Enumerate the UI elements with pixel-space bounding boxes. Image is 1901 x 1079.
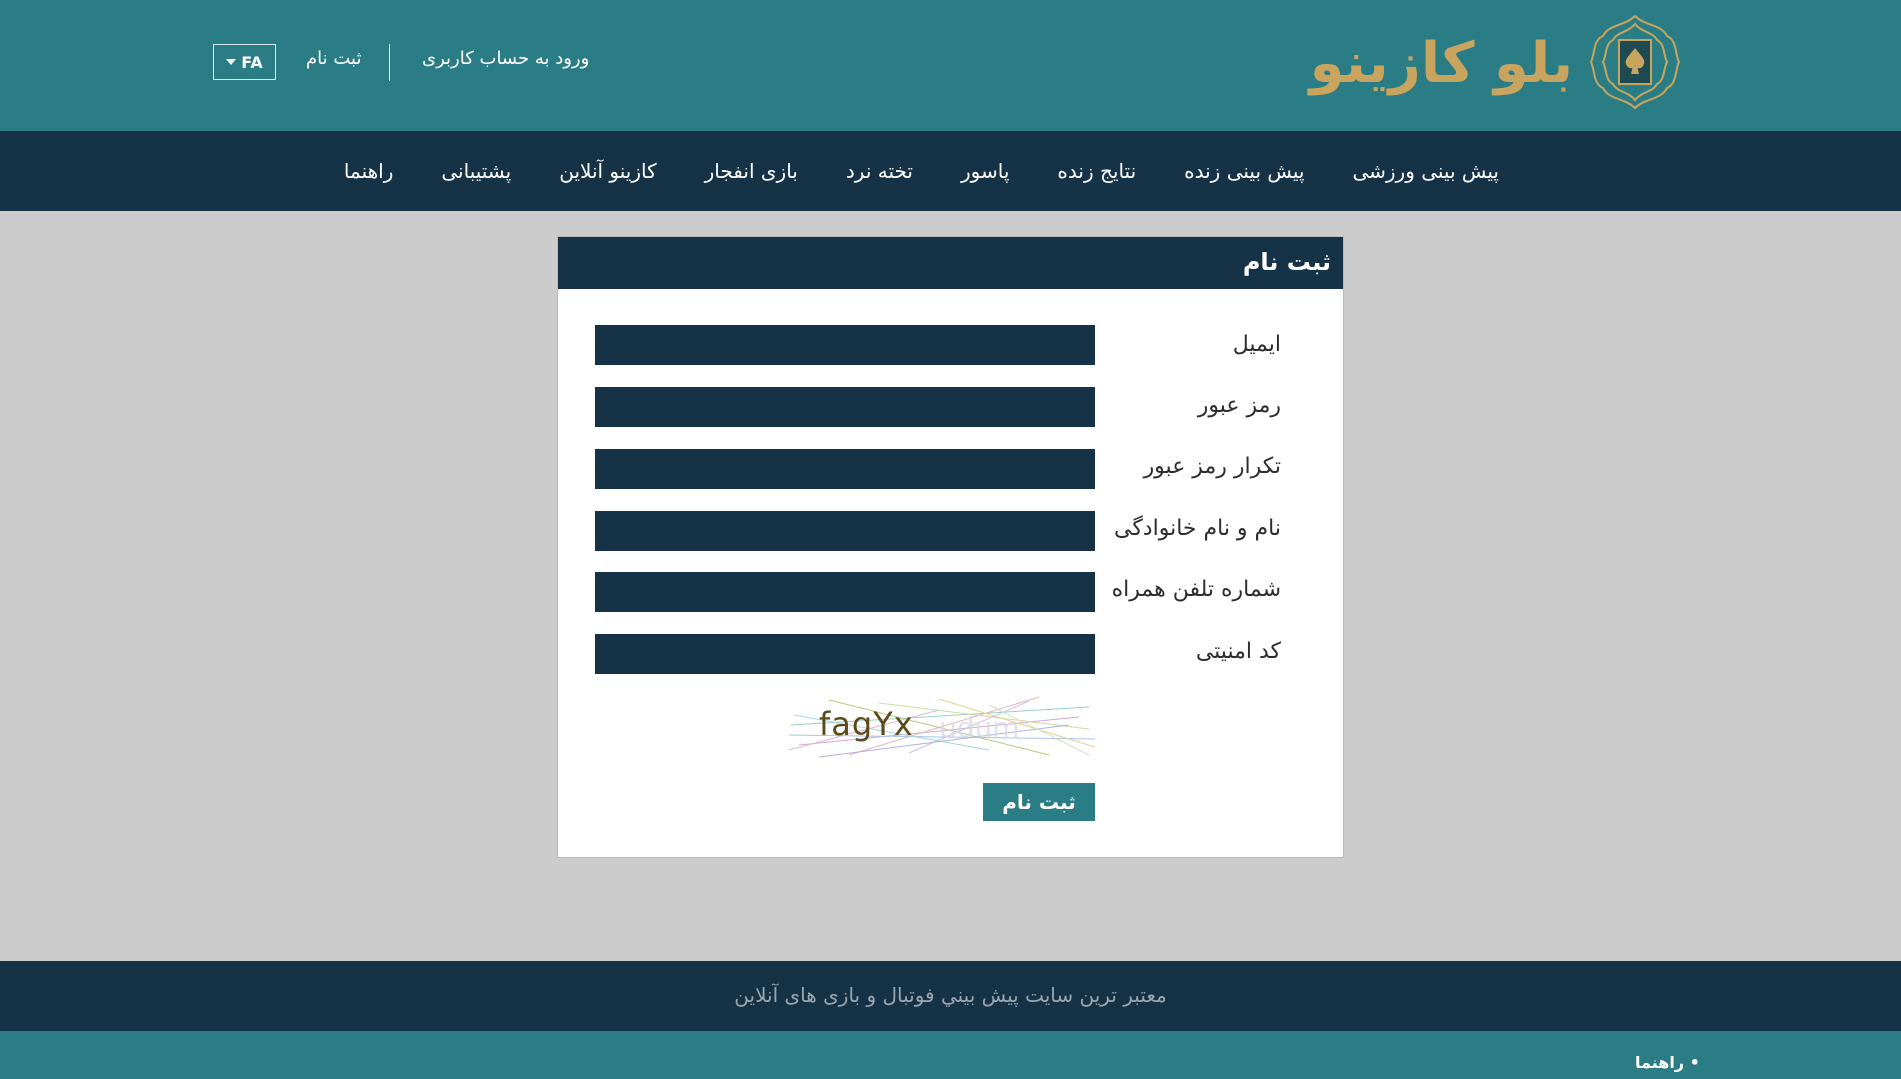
- card-header: ثبت نام: [558, 237, 1343, 289]
- login-link[interactable]: ورود به حساب کاربری: [422, 48, 589, 69]
- email-field[interactable]: [595, 325, 1095, 365]
- site-logo[interactable]: بلو کازینو: [1310, 12, 1685, 112]
- logo-emblem-icon: [1589, 14, 1681, 110]
- nav-item-sports-betting[interactable]: پیش بینی ورزشی: [1328, 159, 1523, 183]
- logo-text: بلو کازینو: [1309, 31, 1573, 96]
- svg-text:udum: udum: [939, 711, 1020, 744]
- form-title: ثبت نام: [1242, 248, 1331, 276]
- nav-item-live-betting[interactable]: پیش بینی زنده: [1160, 159, 1328, 183]
- captcha-text: fagYx: [819, 705, 914, 743]
- register-submit-button[interactable]: ثبت نام: [983, 783, 1095, 821]
- security-code-label: کد امنیتی: [1195, 639, 1281, 664]
- nav-item-pasur[interactable]: پاسور: [937, 159, 1033, 183]
- sub-footer: • راهنما: [0, 1031, 1901, 1079]
- confirm-password-field[interactable]: [595, 449, 1095, 489]
- nav-list: پیش بینی ورزشی پیش بینی زنده نتایج زنده …: [320, 131, 1523, 211]
- email-label: ایمیل: [1232, 332, 1281, 357]
- register-form-card: ثبت نام ایمیل رمز عبور تکرار رمز عبور نا…: [557, 236, 1344, 858]
- nav-item-live-results[interactable]: نتایج زنده: [1033, 159, 1160, 183]
- confirm-password-label: تکرار رمز عبور: [1143, 454, 1281, 479]
- language-value: FA: [241, 52, 263, 72]
- password-label: رمز عبور: [1197, 393, 1281, 418]
- nav-item-backgammon[interactable]: تخته نرد: [822, 159, 937, 183]
- header-divider: [389, 44, 390, 81]
- nav-item-support[interactable]: پشتیبانی: [417, 159, 535, 183]
- caret-down-icon: [226, 59, 237, 65]
- footer-tagline: معتبر ترین سایت پیش بيني فوتبال و بازی ه…: [734, 983, 1167, 1007]
- language-select[interactable]: FA: [213, 44, 276, 80]
- full-name-label: نام و نام خانوادگی: [1113, 516, 1281, 541]
- phone-field[interactable]: [595, 572, 1095, 612]
- footer: معتبر ترین سایت پیش بيني فوتبال و بازی ه…: [0, 961, 1901, 1031]
- password-field[interactable]: [595, 387, 1095, 427]
- footer-help-link[interactable]: • راهنما: [1635, 1053, 1700, 1072]
- captcha-image: udum fagYx: [788, 695, 1096, 759]
- nav-item-help[interactable]: راهنما: [320, 159, 417, 183]
- nav-item-online-casino[interactable]: کازینو آنلاین: [535, 159, 680, 183]
- nav-item-crash-game[interactable]: بازی انفجار: [681, 159, 822, 183]
- full-name-field[interactable]: [595, 511, 1095, 551]
- main-nav: پیش بینی ورزشی پیش بینی زنده نتایج زنده …: [0, 131, 1901, 211]
- phone-label: شماره تلفن همراه: [1111, 577, 1281, 602]
- register-link[interactable]: ثبت نام: [306, 48, 361, 69]
- top-header: بلو کازینو FA ثبت نام ورود به حساب کاربر…: [0, 0, 1901, 131]
- security-code-field[interactable]: [595, 634, 1095, 674]
